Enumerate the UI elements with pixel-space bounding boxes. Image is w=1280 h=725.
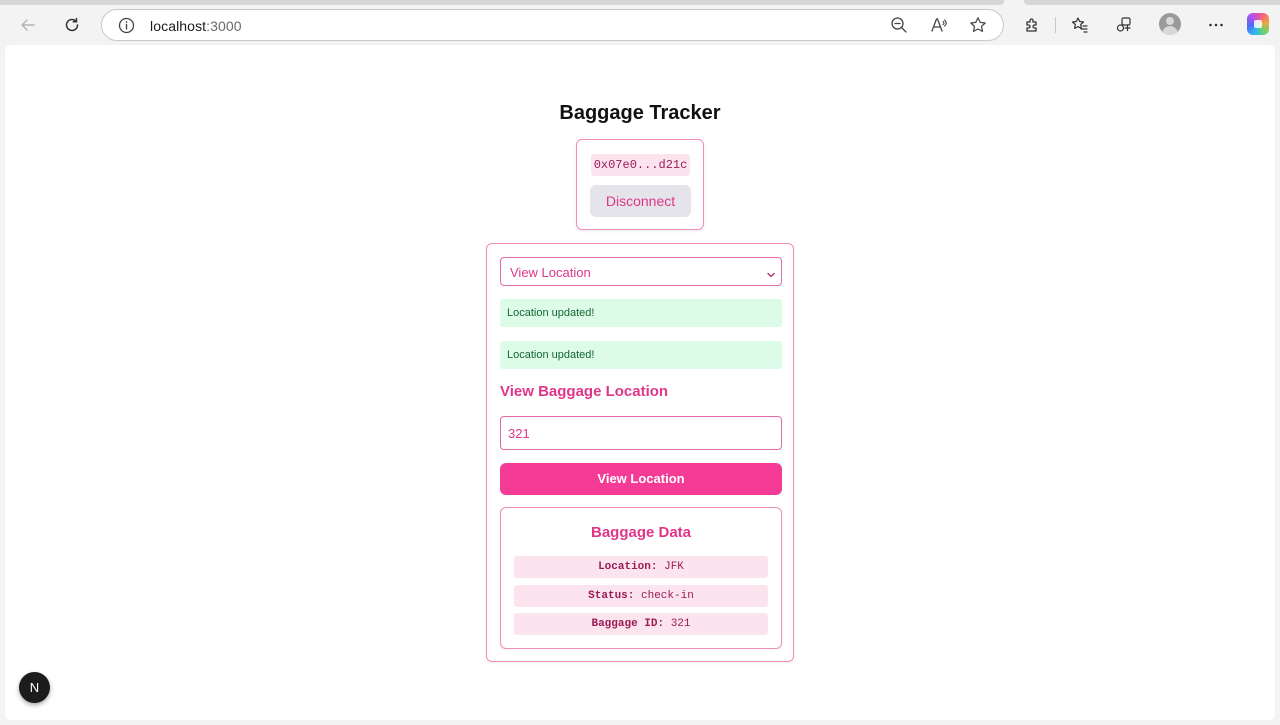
data-row-baggage-id: Baggage ID: 321 bbox=[514, 613, 768, 635]
browser-toolbar: localhost:3000 bbox=[0, 5, 1280, 45]
window-bottom-edge bbox=[0, 720, 1280, 725]
data-row-value: JFK bbox=[664, 561, 684, 573]
data-row-value: check-in bbox=[641, 590, 694, 602]
data-row-key: Location: bbox=[598, 561, 658, 573]
success-alert: Location updated! bbox=[500, 299, 782, 327]
favorite-star-icon[interactable] bbox=[969, 16, 987, 39]
data-row-status: Status: check-in bbox=[514, 585, 768, 607]
page-viewport: Baggage Tracker 0x07e0...d21c Disconnect… bbox=[5, 45, 1275, 720]
baggage-id-input[interactable] bbox=[500, 416, 782, 450]
wallet-address: 0x07e0...d21c bbox=[591, 154, 690, 176]
baggage-data-title: Baggage Data bbox=[590, 524, 692, 541]
back-icon[interactable] bbox=[12, 9, 44, 41]
toolbar-divider bbox=[1055, 17, 1056, 33]
url-host: localhost bbox=[150, 18, 207, 34]
collections-icon[interactable] bbox=[1108, 9, 1140, 41]
more-icon[interactable] bbox=[1200, 9, 1232, 41]
view-location-button[interactable]: View Location bbox=[500, 463, 782, 495]
disconnect-button[interactable]: Disconnect bbox=[590, 185, 691, 217]
copilot-icon[interactable] bbox=[1247, 13, 1269, 35]
favorites-icon[interactable] bbox=[1064, 9, 1096, 41]
chevron-down-icon bbox=[766, 267, 776, 285]
success-alert: Location updated! bbox=[500, 341, 782, 369]
data-row-key: Baggage ID: bbox=[591, 618, 665, 630]
profile-avatar[interactable] bbox=[1159, 13, 1181, 35]
section-title: View Baggage Location bbox=[500, 383, 669, 400]
read-aloud-icon[interactable] bbox=[930, 16, 948, 39]
page-title: Baggage Tracker bbox=[559, 102, 721, 124]
data-row-location: Location: JFK bbox=[514, 556, 768, 578]
extensions-icon[interactable] bbox=[1016, 9, 1048, 41]
data-row-key: Status: bbox=[588, 590, 635, 602]
data-row-value: 321 bbox=[670, 618, 691, 630]
reload-icon[interactable] bbox=[56, 9, 88, 41]
url-text[interactable]: localhost:3000 bbox=[150, 18, 242, 34]
info-icon[interactable] bbox=[118, 17, 135, 39]
avatar-body bbox=[1162, 26, 1178, 35]
url-port: :3000 bbox=[206, 18, 242, 34]
baggage-data-card: Baggage Data Location: JFK Status: check… bbox=[500, 507, 782, 649]
wallet-panel: 0x07e0...d21c Disconnect bbox=[576, 139, 704, 230]
avatar-head bbox=[1166, 17, 1174, 25]
zoom-out-icon[interactable] bbox=[890, 16, 908, 39]
action-select-value: View Location bbox=[510, 265, 591, 280]
action-select[interactable]: View Location bbox=[500, 257, 782, 286]
nextjs-dev-badge[interactable]: N bbox=[19, 672, 50, 703]
address-bar[interactable]: localhost:3000 bbox=[101, 9, 1004, 41]
tracker-card: View Location Location updated! Location… bbox=[486, 243, 794, 662]
